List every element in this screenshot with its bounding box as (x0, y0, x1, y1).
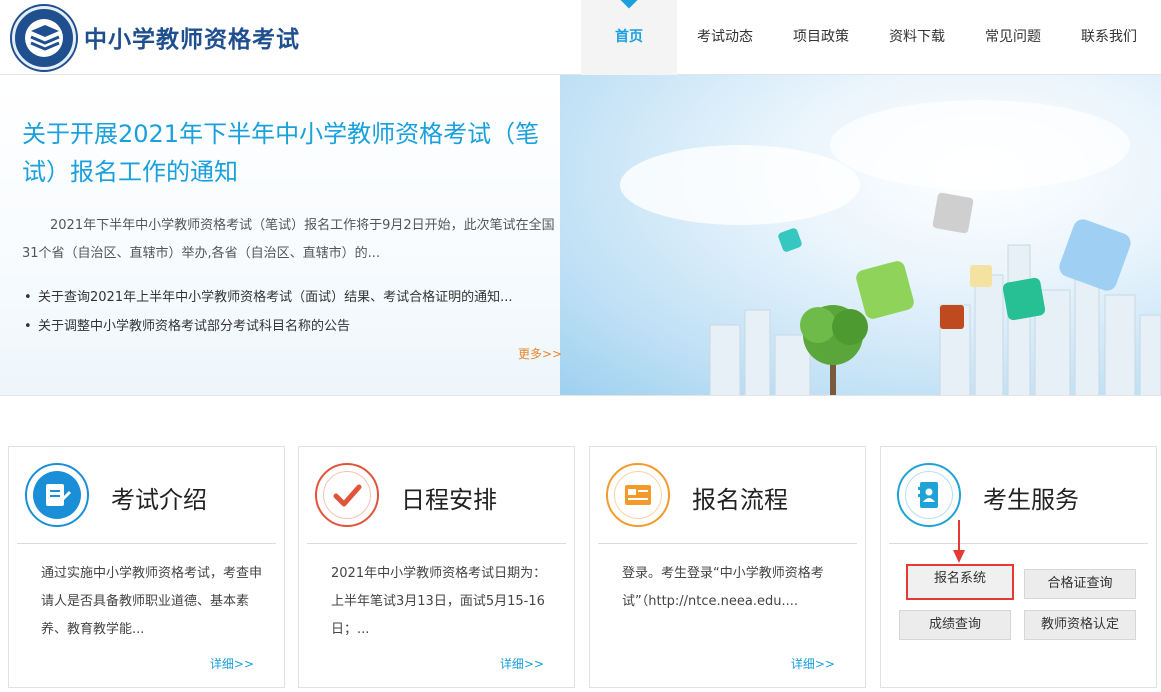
contact-book-icon (918, 482, 938, 508)
teacher-qualification-button[interactable]: 教师资格认定 (1024, 610, 1136, 640)
card-text: 登录。考生登录“中小学教师资格考试”（http://ntce.neea.edu.… (622, 566, 824, 609)
card-icon-wrap (315, 463, 379, 527)
banner-description: 2021年下半年中小学教师资格考试（笔试）报名工作将于9月2日开始，此次笔试在全… (22, 218, 555, 261)
hero-banner: 关于开展2021年下半年中小学教师资格考试（笔试）报名工作的通知 2021年下半… (0, 75, 1161, 396)
banner-news-list: 关于查询2021年上半年中小学教师资格考试（面试）结果、考试合格证明的通知...… (22, 283, 562, 341)
card-title: 考试介绍 (111, 486, 207, 514)
card-text: 2021年中小学教师资格考试日期为：上半年笔试3月13日，面试5月15-16日；… (331, 566, 547, 637)
card-icon-wrap (606, 463, 670, 527)
site-header: 中小学教师资格考试 首页 考试动态 项目政策 资料下载 常见问题 联系我们 (0, 0, 1161, 75)
card-more-link[interactable]: 详细>> (210, 655, 254, 672)
card-title: 考生服务 (983, 486, 1079, 514)
card-more-link[interactable]: 详细>> (791, 655, 835, 672)
certificate-query-button[interactable]: 合格证查询 (1024, 569, 1136, 599)
site-title[interactable]: 中小学教师资格考试 (84, 20, 300, 54)
annotation-arrow-icon (953, 520, 965, 563)
registration-system-button[interactable]: 报名系统 (906, 564, 1014, 600)
document-edit-icon (46, 484, 71, 506)
checkmark-icon (333, 484, 362, 507)
card-schedule: 日程安排 2021年中小学教师资格考试日期为：上半年笔试3月13日，面试5月15… (298, 446, 575, 688)
banner-more-link[interactable]: 更多>> (518, 345, 562, 362)
card-title: 日程安排 (401, 486, 497, 514)
card-title: 报名流程 (692, 486, 788, 514)
nav-downloads[interactable]: 资料下载 (869, 0, 965, 75)
form-icon (625, 485, 651, 505)
nav-exam-news[interactable]: 考试动态 (677, 0, 773, 75)
nav-contact[interactable]: 联系我们 (1061, 0, 1157, 75)
card-text: 通过实施中小学教师资格考试，考查申请人是否具备教师职业道德、基本素养、教育教学能… (41, 566, 263, 637)
banner-headline[interactable]: 关于开展2021年下半年中小学教师资格考试（笔试）报名工作的通知 (22, 115, 562, 191)
score-query-button[interactable]: 成绩查询 (899, 610, 1011, 640)
card-more-link[interactable]: 详细>> (500, 655, 544, 672)
main-nav: 首页 考试动态 项目政策 资料下载 常见问题 联系我们 (581, 0, 1157, 75)
nav-faq[interactable]: 常见问题 (965, 0, 1061, 75)
card-registration-process: 报名流程 登录。考生登录“中小学教师资格考试”（http://ntce.neea… (589, 446, 866, 688)
card-icon-wrap (897, 463, 961, 527)
book-stack-icon (30, 25, 60, 51)
nav-policy[interactable]: 项目政策 (773, 0, 869, 75)
card-exam-intro: 考试介绍 通过实施中小学教师资格考试，考查申请人是否具备教师职业道德、基本素养、… (8, 446, 285, 688)
news-item[interactable]: 关于调整中小学教师资格考试部分考试科目名称的公告 (22, 312, 562, 341)
site-logo[interactable] (12, 6, 76, 70)
card-icon-wrap (25, 463, 89, 527)
banner-illustration (560, 75, 1161, 395)
nav-home[interactable]: 首页 (581, 0, 677, 75)
news-item[interactable]: 关于查询2021年上半年中小学教师资格考试（面试）结果、考试合格证明的通知... (22, 283, 562, 312)
